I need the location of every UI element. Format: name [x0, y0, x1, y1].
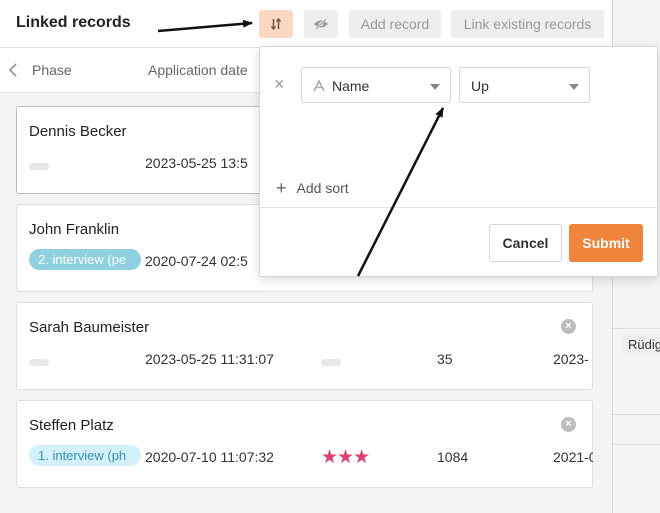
chevron-down-icon	[569, 84, 579, 90]
background-row-divider	[613, 328, 660, 329]
cancel-button[interactable]: Cancel	[489, 224, 562, 262]
record-second-date: 2021-0	[553, 449, 593, 465]
submit-button[interactable]: Submit	[569, 224, 643, 262]
record-application-date: 2023-05-25 13:5	[145, 155, 248, 171]
record-second-date: 2023-	[553, 351, 589, 367]
remove-sort-icon[interactable]: ×	[274, 75, 285, 93]
column-application-date: Application date	[148, 62, 248, 78]
record-name: Steffen Platz	[29, 417, 114, 434]
rating-empty-pill	[321, 359, 341, 366]
record-application-date: 2020-07-10 11:07:32	[145, 449, 274, 465]
record-card[interactable]: Steffen Platz × 1. interview (ph 2020-07…	[16, 400, 593, 488]
background-chip: Rüdig	[622, 334, 660, 355]
sort-field-select[interactable]: Name	[301, 67, 451, 103]
chevron-down-icon	[430, 84, 440, 90]
plus-icon: +	[276, 178, 287, 198]
record-number: 1084	[437, 449, 469, 465]
x-circle-icon[interactable]: ×	[561, 319, 576, 334]
column-phase: Phase	[32, 62, 72, 78]
popup-divider	[260, 207, 657, 208]
sort-arrows-icon	[270, 17, 282, 31]
x-circle-icon[interactable]: ×	[561, 417, 576, 432]
record-application-date: 2020-07-24 02:5	[145, 253, 248, 269]
sort-button[interactable]	[259, 10, 293, 38]
panel-header: Linked records Add record Link existing …	[0, 0, 612, 48]
star-icon: ★	[353, 447, 370, 468]
eye-off-icon	[314, 18, 328, 30]
record-number: 35	[437, 351, 453, 367]
phase-empty-pill	[29, 359, 49, 366]
sort-direction-value: Up	[471, 78, 489, 94]
star-icon: ★	[337, 447, 354, 468]
phase-tag: 2. interview (pe	[29, 249, 141, 270]
star-icon: ★	[321, 447, 338, 468]
chevron-left-icon[interactable]	[8, 63, 18, 77]
sort-field-value: Name	[332, 78, 370, 94]
record-application-date: 2023-05-25 11:31:07	[145, 351, 274, 367]
link-existing-records-button[interactable]: Link existing records	[451, 10, 604, 38]
add-sort-button[interactable]: + Add sort	[276, 177, 349, 198]
record-card[interactable]: Sarah Baumeister × 2023-05-25 11:31:07 3…	[16, 302, 593, 390]
record-name: Dennis Becker	[29, 123, 127, 140]
phase-empty-pill	[29, 163, 49, 170]
sort-popup: × Name Up + Add sort Cancel Submit	[259, 46, 658, 277]
background-row-divider	[613, 414, 660, 415]
phase-tag: 1. interview (ph	[29, 445, 141, 466]
record-name: Sarah Baumeister	[29, 319, 150, 336]
rating-stars: ★★★	[321, 446, 370, 469]
background-row-divider	[613, 444, 660, 445]
record-name: John Franklin	[29, 221, 120, 238]
add-sort-label: Add sort	[296, 180, 349, 196]
add-record-button[interactable]: Add record	[349, 10, 441, 38]
hide-fields-button[interactable]	[304, 10, 338, 38]
sort-direction-select[interactable]: Up	[459, 67, 590, 103]
text-type-icon	[313, 80, 325, 92]
panel-title: Linked records	[16, 14, 131, 31]
